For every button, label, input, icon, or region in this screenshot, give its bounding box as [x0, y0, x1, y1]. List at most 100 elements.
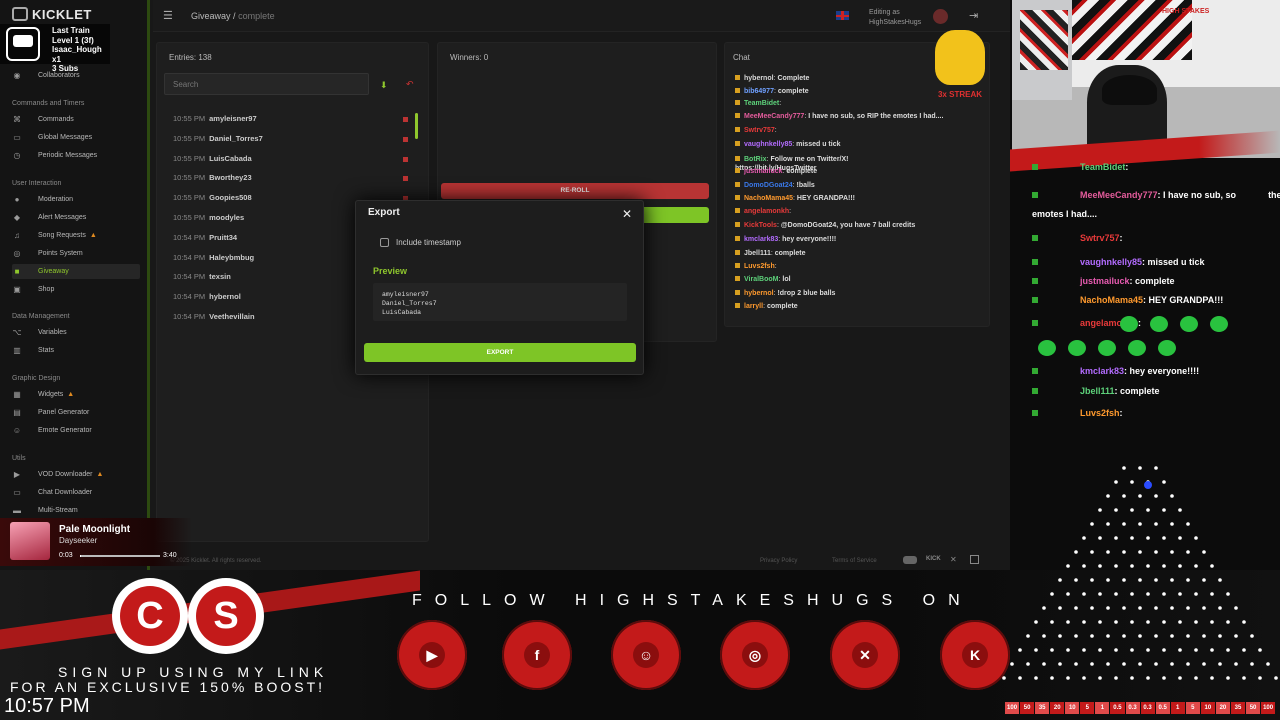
- signup-text: SIGN UP USING MY LINK: [58, 664, 329, 680]
- music-icon: ♫: [14, 231, 20, 240]
- plinko-peg: [1090, 662, 1094, 666]
- scrollbar[interactable]: [415, 113, 418, 139]
- chat-username[interactable]: BotRix: [744, 156, 767, 163]
- breadcrumb-root[interactable]: Giveaway: [191, 11, 231, 21]
- plinko-peg: [1154, 662, 1158, 666]
- sidebar-item-global-messages[interactable]: ▭ Global Messages: [12, 130, 140, 145]
- chat-message: Luvs2fsh:: [735, 263, 777, 270]
- include-timestamp-label[interactable]: Include timestamp: [396, 238, 461, 247]
- privacy-link[interactable]: Privacy Policy: [760, 558, 797, 564]
- terms-link[interactable]: Terms of Service: [832, 558, 877, 564]
- stream-chat-text: : complete: [1129, 276, 1175, 286]
- plinko-peg: [1202, 550, 1206, 554]
- plinko-peg: [1082, 648, 1086, 652]
- chat-username[interactable]: Swtrv757: [744, 127, 775, 134]
- modal-title: Export: [368, 207, 400, 218]
- uk-flag-icon[interactable]: [836, 11, 849, 20]
- sidebar-item-emote-generator[interactable]: ☺ Emote Generator: [12, 423, 140, 438]
- logout-icon[interactable]: ⇥: [969, 9, 978, 22]
- sidebar-item-widgets[interactable]: ▦ Widgets ▲: [12, 387, 140, 402]
- breadcrumb-current: complete: [238, 11, 275, 21]
- sidebar-item-panel-generator[interactable]: ▤ Panel Generator: [12, 405, 140, 420]
- chat-message: DomoDGoat24: !balls: [735, 182, 815, 189]
- sidebar-item-label: Global Messages: [38, 134, 93, 141]
- sidebar-item-song-requests[interactable]: ♫ Song Requests ▲: [12, 228, 140, 243]
- document-icon[interactable]: [970, 555, 979, 564]
- chat-username[interactable]: vaughnkelly85: [744, 141, 792, 148]
- remove-entry-icon[interactable]: [403, 176, 408, 182]
- sidebar-item-label: Moderation: [38, 196, 74, 203]
- x-icon[interactable]: ✕: [950, 555, 957, 564]
- sidebar-item-commands[interactable]: ⌘ Commands: [12, 112, 140, 127]
- plinko-peg: [1122, 550, 1126, 554]
- sidebar-item-label: Shop: [38, 286, 55, 293]
- chat-username[interactable]: ViralBooM: [744, 276, 779, 283]
- chat-username[interactable]: TeamBidet: [744, 100, 779, 107]
- chat-username[interactable]: bib64977: [744, 88, 774, 95]
- facebook-icon: f: [502, 620, 572, 690]
- entry-name: Goopies508: [209, 193, 252, 203]
- chat-username[interactable]: KickTools: [744, 222, 777, 229]
- chat-username[interactable]: DomoDGoat24: [744, 182, 793, 189]
- discord-icon[interactable]: [903, 556, 917, 564]
- close-icon[interactable]: ✕: [622, 207, 632, 221]
- remove-entry-icon[interactable]: [403, 136, 408, 142]
- plinko-peg: [1010, 662, 1014, 666]
- chat-username[interactable]: kmclark83: [744, 236, 778, 243]
- stream-chat-text: :: [1119, 408, 1123, 418]
- sidebar-item-points-system[interactable]: ◎ Points System: [12, 246, 140, 261]
- sidebar-item-alert-messages[interactable]: ◆ Alert Messages: [12, 210, 140, 225]
- sidebar-item-periodic-messages[interactable]: ◷ Periodic Messages: [12, 148, 140, 163]
- sidebar-item-moderation[interactable]: ● Moderation: [12, 192, 140, 207]
- chat-username[interactable]: hybernol: [744, 75, 774, 82]
- include-timestamp-checkbox[interactable]: [380, 238, 389, 247]
- search-input[interactable]: Search: [164, 73, 369, 95]
- stream-chat-message: NachoMama45: HEY GRANDPA!!!: [1032, 295, 1223, 305]
- chat-username[interactable]: Luvs2fsh: [744, 263, 775, 270]
- chat-username[interactable]: Jbell111: [744, 250, 771, 257]
- chat-username[interactable]: MeeMeeCandy777: [744, 113, 804, 120]
- plinko-peg: [1130, 536, 1134, 540]
- sidebar-item-vod-downloader[interactable]: ▶ VOD Downloader ▲: [12, 467, 140, 482]
- download-icon[interactable]: ⬇: [380, 80, 388, 91]
- sidebar-item-chat-downloader[interactable]: ▭ Chat Downloader: [12, 485, 140, 500]
- badge-icon: [1032, 164, 1038, 170]
- kick-icon[interactable]: KICK: [926, 556, 941, 562]
- preview-label: Preview: [373, 266, 408, 276]
- plinko-multiplier: 20: [1050, 702, 1065, 714]
- sidebar-item-shop[interactable]: ▣ Shop: [12, 282, 140, 297]
- plinko-peg: [1122, 578, 1126, 582]
- stream-chat-message: justmailuck: complete: [1032, 276, 1175, 286]
- sidebar-item-stats[interactable]: ▥ Stats: [12, 343, 140, 358]
- menu-icon[interactable]: ☰: [163, 9, 173, 22]
- chat-username[interactable]: hybernol: [744, 290, 774, 297]
- plinko-peg: [1042, 606, 1046, 610]
- chat-username[interactable]: justmailuck: [744, 168, 783, 175]
- stream-chat-message: TeamBidet:: [1032, 162, 1128, 172]
- reset-icon[interactable]: ↶: [406, 79, 414, 90]
- plinko-peg: [1242, 676, 1246, 680]
- sidebar-item-variables[interactable]: ⌥ Variables: [12, 325, 140, 340]
- chat-username[interactable]: larryll: [744, 303, 763, 310]
- sidebar-item-multi-stream[interactable]: ▬ Multi-Stream: [12, 503, 140, 518]
- album-art: [10, 522, 50, 560]
- plinko-peg: [1226, 620, 1230, 624]
- panel-icon: ▤: [13, 408, 21, 417]
- plinko-peg: [1026, 662, 1030, 666]
- chat-username[interactable]: angelamonkh: [744, 208, 789, 215]
- remove-entry-icon[interactable]: [403, 156, 408, 162]
- remove-entry-icon[interactable]: [403, 117, 408, 122]
- entry-row: 10:55 PM LuisCabada: [173, 154, 252, 163]
- editing-as-user: HighStakesHugs: [869, 19, 922, 26]
- brand[interactable]: KICKLET: [12, 7, 92, 22]
- emote-icon: [1180, 316, 1198, 332]
- plinko-peg: [1058, 662, 1062, 666]
- plinko-peg: [1146, 536, 1150, 540]
- avatar[interactable]: [933, 9, 948, 24]
- sidebar-item-giveaway[interactable]: ■ Giveaway: [12, 264, 140, 279]
- last-train-title: Last Train: [52, 26, 90, 35]
- export-button[interactable]: EXPORT: [364, 343, 636, 362]
- chat-username[interactable]: NachoMama45: [744, 195, 793, 202]
- entry-name: Bworthey23: [209, 173, 252, 183]
- reroll-button[interactable]: RE-ROLL: [441, 183, 709, 199]
